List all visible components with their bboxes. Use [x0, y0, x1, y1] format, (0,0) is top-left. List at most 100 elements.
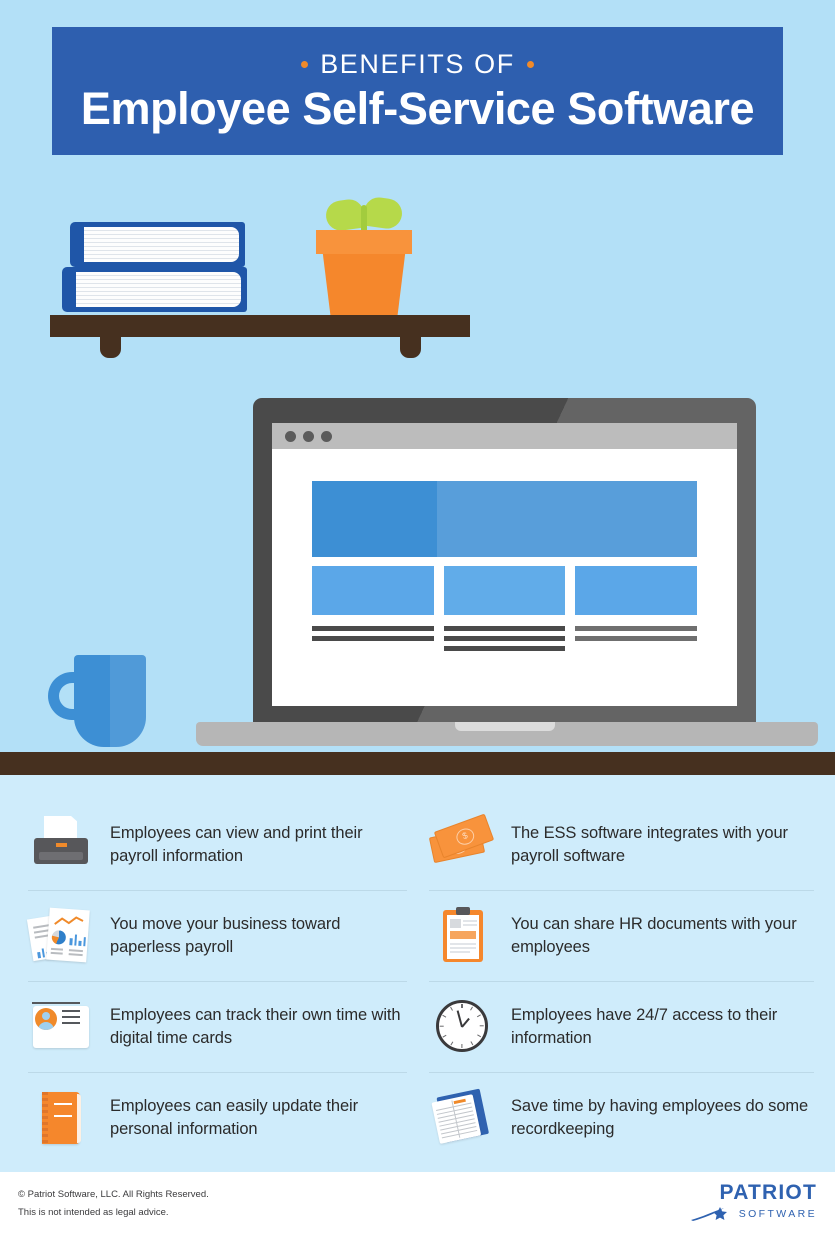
book-pages	[84, 227, 239, 262]
screen-card	[312, 566, 434, 615]
clipboard-icon	[429, 905, 495, 967]
benefit-label: Employees can track their own time with …	[110, 1005, 401, 1047]
screen-hero-block	[312, 481, 697, 557]
logo-sub-row: SOFTWARE	[689, 1206, 817, 1223]
infographic-page: BENEFITS OF Employee Self-Service Softwa…	[0, 0, 835, 1233]
clipboard-highlight-band	[450, 931, 476, 939]
doc-line	[50, 947, 64, 951]
printer-tray	[39, 852, 83, 860]
book-pages	[76, 272, 241, 307]
page-title: Employee Self-Service Software	[80, 83, 755, 135]
screen-text-line	[575, 626, 698, 631]
ledger-book-icon	[429, 1087, 495, 1149]
doc-line	[68, 949, 83, 953]
header-banner: BENEFITS OF Employee Self-Service Softwa…	[52, 27, 783, 155]
avatar	[35, 1008, 57, 1030]
printer-body	[34, 838, 88, 864]
header-eyebrow: BENEFITS OF	[301, 49, 534, 80]
benefit-label: Employees can view and print their payro…	[110, 823, 363, 865]
benefit-item-paperless: You move your business toward paperless …	[26, 891, 407, 982]
screen-text-line	[443, 626, 566, 631]
window-dot-icon	[285, 430, 296, 442]
copyright-text: © Patriot Software, LLC. All Rights Rese…	[18, 1189, 209, 1200]
benefit-label: You can share HR documents with your emp…	[511, 914, 797, 956]
screen-text-line	[443, 646, 566, 651]
screen-card-row	[312, 566, 698, 615]
flower-pot-rim	[316, 230, 412, 254]
benefits-left-column: Employees can view and print their payro…	[0, 800, 407, 1163]
shelf-leg-right	[400, 337, 421, 358]
ledger-page	[431, 1094, 482, 1144]
clipboard-line	[463, 920, 477, 922]
documents-chart-icon	[26, 905, 94, 967]
clock-tick	[461, 1004, 463, 1008]
shelf-board	[50, 315, 470, 337]
window-dot-icon	[303, 430, 314, 442]
laptop-trackpad-notch	[455, 722, 555, 731]
benefit-label: The ESS software integrates with your pa…	[511, 823, 788, 865]
notebook-spine	[42, 1092, 48, 1144]
printer-icon	[28, 814, 94, 876]
logo-star-swoosh-icon	[690, 1207, 727, 1221]
book-top	[70, 222, 245, 267]
benefit-item-personal-info: Employees can easily update their person…	[28, 1073, 407, 1163]
screen-text-column	[312, 626, 434, 651]
screen-text-line	[575, 636, 698, 641]
notebook-icon	[28, 1087, 94, 1149]
clock-tick	[461, 1044, 463, 1048]
benefits-right-column: $ $ The ESS software integrates with you…	[407, 800, 814, 1163]
clipboard-line	[450, 943, 476, 945]
doc-pie-chart	[51, 929, 67, 945]
doc-bar-chart	[69, 933, 86, 947]
laptop-screen	[272, 423, 737, 706]
printer-paper	[44, 816, 77, 840]
benefit-item-integration: $ $ The ESS software integrates with you…	[428, 800, 814, 891]
disclaimer-text: This is not intended as legal advice.	[18, 1206, 169, 1218]
benefit-item-hr-documents: You can share HR documents with your emp…	[429, 891, 814, 982]
benefit-item-recordkeeping: Save time by having employees do some re…	[429, 1073, 814, 1163]
benefit-item-time-cards: Employees can track their own time with …	[28, 982, 407, 1073]
doc-line	[50, 951, 63, 955]
screen-text-line	[312, 636, 434, 641]
clock-tick	[439, 1025, 444, 1027]
notebook-pages-edge	[77, 1094, 81, 1143]
benefit-item-24-7-access: Employees have 24/7 access to their info…	[429, 982, 814, 1073]
clipboard-line	[450, 951, 470, 953]
screen-text-line	[312, 626, 434, 631]
patriot-software-logo[interactable]: PATRIOT SOFTWARE	[689, 1182, 817, 1223]
id-card-text-lines	[62, 1010, 80, 1024]
document-front	[46, 907, 90, 963]
footer-legal-text: © Patriot Software, LLC. All Rights Rese…	[18, 1186, 209, 1221]
money-symbol: $	[454, 826, 477, 848]
bullet-dot-left-icon	[301, 61, 309, 69]
notebook-label	[54, 1103, 72, 1117]
doc-line	[34, 934, 49, 939]
shelf-leg-left	[100, 337, 121, 358]
clipboard-line	[463, 924, 477, 926]
browser-title-bar	[272, 423, 737, 449]
id-card-header-line	[32, 1002, 80, 1004]
screen-text-column	[443, 626, 566, 651]
printer-slot	[56, 843, 67, 847]
ledger-book	[431, 1088, 491, 1144]
coffee-mug	[74, 655, 146, 747]
desk-surface-band	[0, 752, 835, 775]
screen-text-column	[575, 626, 698, 651]
book-bottom	[62, 267, 247, 312]
id-card-icon	[28, 996, 94, 1058]
screen-text-lines	[312, 626, 698, 651]
bullet-dot-right-icon	[526, 61, 534, 69]
screen-card	[443, 566, 566, 615]
header-eyebrow-text: BENEFITS OF	[320, 49, 515, 80]
money-icon: $ $	[428, 813, 495, 876]
clipboard-clip	[456, 907, 470, 915]
screen-card	[575, 566, 698, 615]
benefit-label: Employees can easily update their person…	[110, 1096, 359, 1138]
screen-text-line	[443, 636, 566, 641]
benefit-label: Employees have 24/7 access to their info…	[511, 1005, 778, 1047]
clock-icon	[429, 996, 495, 1058]
logo-subtext: SOFTWARE	[738, 1208, 817, 1221]
clock-tick	[479, 1025, 484, 1027]
doc-line-chart	[54, 916, 84, 925]
clipboard-photo-block	[450, 919, 461, 928]
